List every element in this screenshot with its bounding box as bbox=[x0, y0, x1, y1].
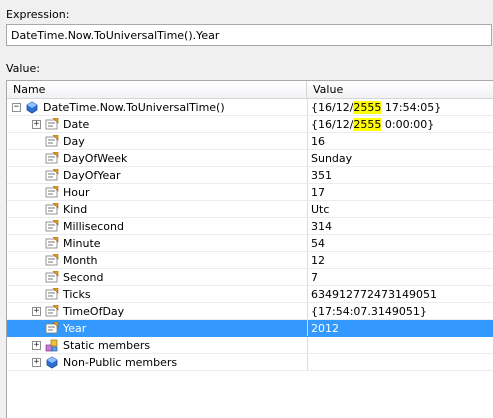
property-icon bbox=[45, 304, 59, 318]
property-icon bbox=[45, 168, 59, 182]
row-value: 17 bbox=[311, 186, 325, 199]
value-part: 17:54:05} bbox=[381, 101, 442, 114]
row-name: Minute bbox=[63, 237, 101, 250]
tree-row-dayofyear[interactable]: DayOfYear 351 bbox=[7, 167, 493, 184]
highlighted-year: 2555 bbox=[353, 118, 382, 131]
row-name: DayOfWeek bbox=[63, 152, 128, 165]
value-tree-grid: Name Value − DateTime.Now.ToUniversalTim… bbox=[6, 80, 493, 418]
expression-field[interactable]: DateTime.Now.ToUniversalTime().Year bbox=[6, 24, 492, 46]
row-name: Non-Public members bbox=[63, 356, 178, 369]
row-value: 12 bbox=[311, 254, 325, 267]
object-value-icon bbox=[25, 101, 39, 114]
tree-row-root[interactable]: − DateTime.Now.ToUniversalTime() {16/12/… bbox=[7, 99, 493, 116]
value-column-header[interactable]: Value bbox=[307, 81, 493, 98]
tree-row-minute[interactable]: Minute 54 bbox=[7, 235, 493, 252]
tree-row-second[interactable]: Second 7 bbox=[7, 269, 493, 286]
row-name: Kind bbox=[63, 203, 88, 216]
property-icon bbox=[45, 219, 59, 233]
row-name: Hour bbox=[63, 186, 90, 199]
row-name: Second bbox=[63, 271, 104, 284]
row-name: Millisecond bbox=[63, 220, 124, 233]
tree-row-dayofweek[interactable]: DayOfWeek Sunday bbox=[7, 150, 493, 167]
property-icon bbox=[45, 253, 59, 267]
value-part: 0:00:00} bbox=[381, 118, 435, 131]
tree-row-hour[interactable]: Hour 17 bbox=[7, 184, 493, 201]
tree-row-millisecond[interactable]: Millisecond 314 bbox=[7, 218, 493, 235]
property-icon bbox=[45, 117, 59, 131]
row-name: Static members bbox=[63, 339, 151, 352]
row-value: {17:54:07.3149051} bbox=[311, 305, 427, 318]
row-value: 54 bbox=[311, 237, 325, 250]
expand-toggle[interactable]: + bbox=[32, 120, 41, 129]
tree-row-month[interactable]: Month 12 bbox=[7, 252, 493, 269]
tree-row-ticks[interactable]: Ticks 634912772473149051 bbox=[7, 286, 493, 303]
property-icon bbox=[45, 202, 59, 216]
row-value: {16/12/2555 0:00:00} bbox=[311, 116, 434, 133]
property-icon bbox=[45, 134, 59, 148]
row-value: 2012 bbox=[311, 322, 339, 335]
grid-header: Name Value bbox=[7, 81, 493, 99]
property-icon bbox=[45, 236, 59, 250]
expand-toggle[interactable]: + bbox=[32, 307, 41, 316]
tree-row-kind[interactable]: Kind Utc bbox=[7, 201, 493, 218]
row-name: Month bbox=[63, 254, 98, 267]
tree-row-day[interactable]: Day 16 bbox=[7, 133, 493, 150]
property-icon bbox=[45, 287, 59, 301]
non-public-members-icon bbox=[45, 356, 59, 369]
value-part: {16/12/ bbox=[311, 101, 354, 114]
collapse-toggle[interactable]: − bbox=[12, 103, 21, 112]
tree-row-date[interactable]: + Date {16/12/2555 0:00:00} bbox=[7, 116, 493, 133]
property-icon bbox=[45, 321, 59, 335]
name-column-header[interactable]: Name bbox=[7, 81, 307, 98]
row-value: 634912772473149051 bbox=[311, 288, 437, 301]
row-name: Ticks bbox=[63, 288, 91, 301]
row-name: DateTime.Now.ToUniversalTime() bbox=[43, 101, 225, 114]
property-icon bbox=[45, 270, 59, 284]
value-part: {16/12/ bbox=[311, 118, 354, 131]
expression-label: Expression: bbox=[6, 8, 70, 21]
property-icon bbox=[45, 151, 59, 165]
property-icon bbox=[45, 185, 59, 199]
tree-row-static-members[interactable]: + Static members bbox=[7, 337, 493, 354]
row-value: 7 bbox=[311, 271, 318, 284]
tree-row-year[interactable]: Year 2012 bbox=[7, 320, 493, 337]
row-name: Date bbox=[63, 118, 90, 131]
tree-row-timeofday[interactable]: + TimeOfDay {17:54:07.3149051} bbox=[7, 303, 493, 320]
highlighted-year: 2555 bbox=[353, 101, 382, 114]
row-name: TimeOfDay bbox=[63, 305, 125, 318]
row-value: 314 bbox=[311, 220, 332, 233]
row-name: Year bbox=[63, 322, 87, 335]
value-label: Value: bbox=[6, 62, 40, 75]
static-members-icon bbox=[45, 339, 59, 352]
expand-toggle[interactable]: + bbox=[32, 358, 41, 367]
row-value: {16/12/2555 17:54:05} bbox=[311, 99, 441, 116]
row-value: 16 bbox=[311, 135, 325, 148]
expand-toggle[interactable]: + bbox=[32, 341, 41, 350]
row-value: 351 bbox=[311, 169, 332, 182]
row-name: Day bbox=[63, 135, 85, 148]
row-name: DayOfYear bbox=[63, 169, 121, 182]
row-value: Utc bbox=[311, 203, 330, 216]
row-value: Sunday bbox=[311, 152, 353, 165]
tree-row-non-public-members[interactable]: + Non-Public members bbox=[7, 354, 493, 371]
